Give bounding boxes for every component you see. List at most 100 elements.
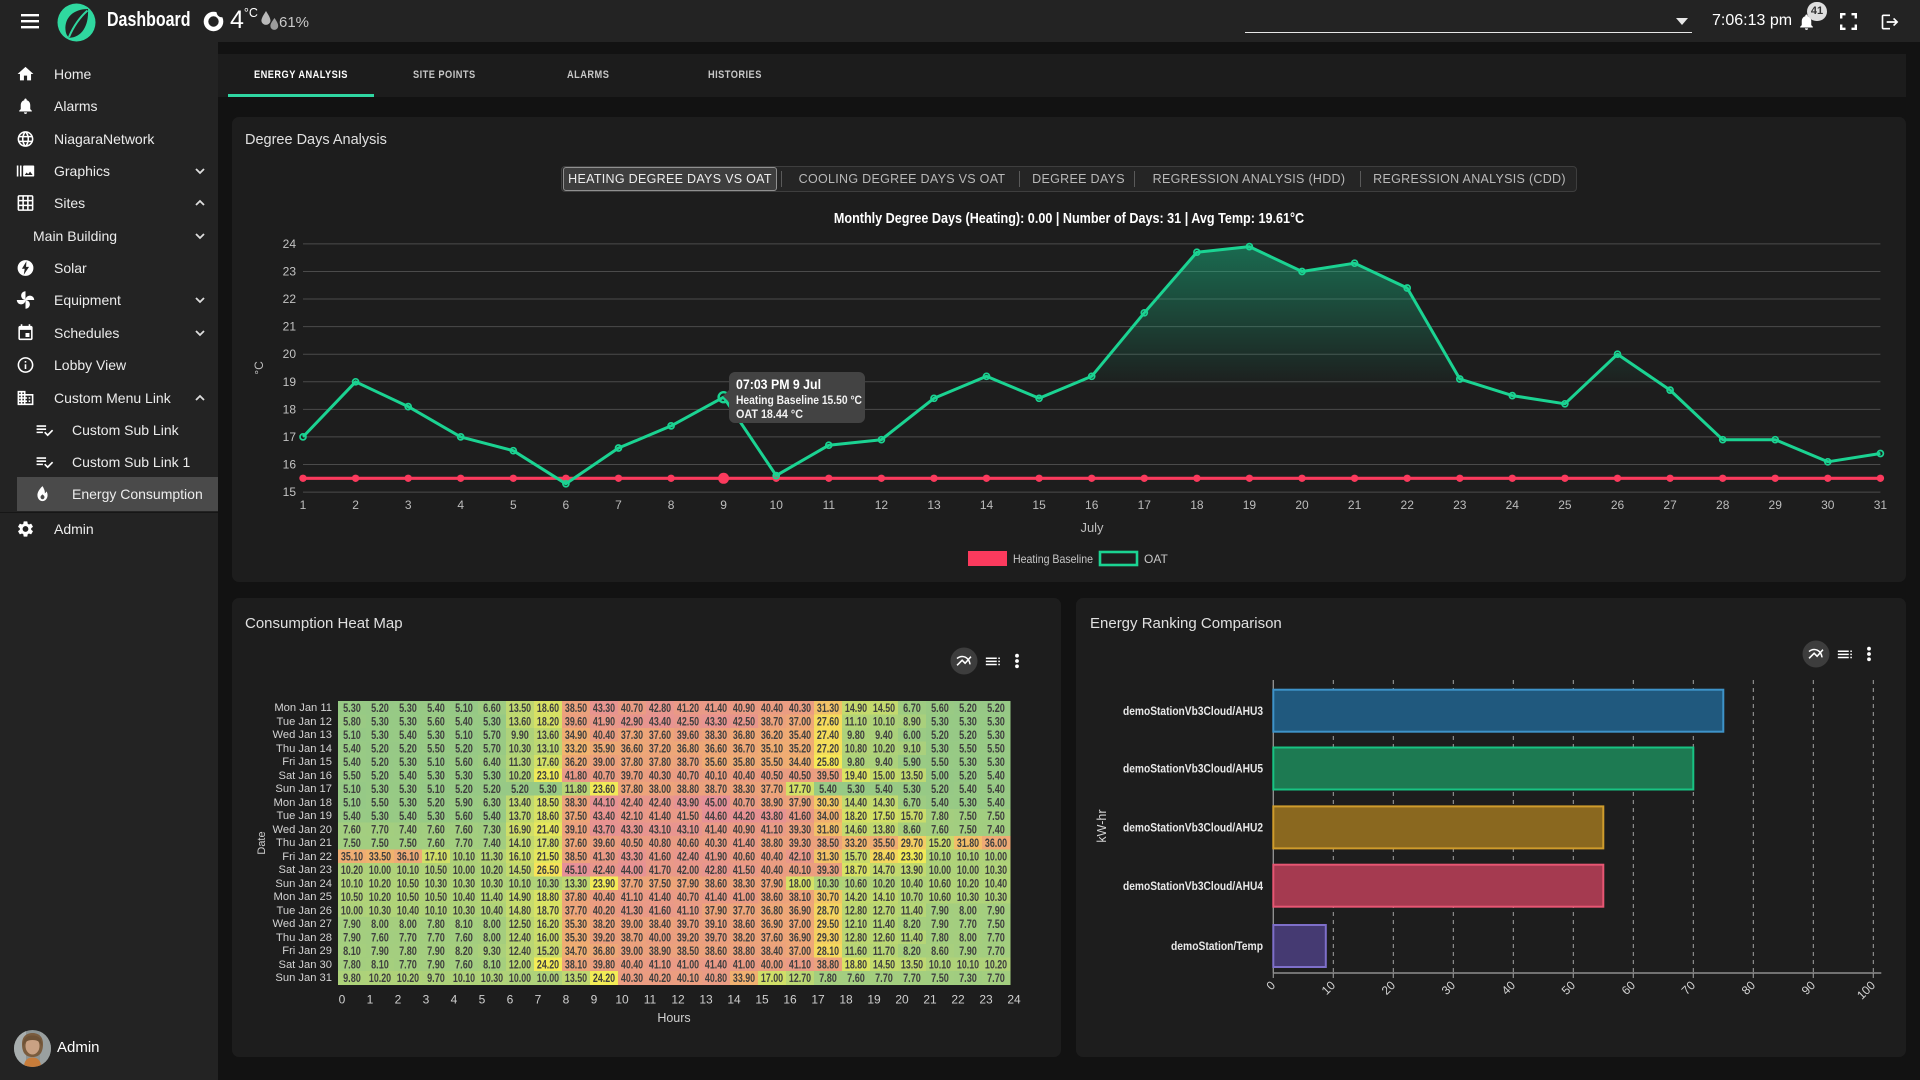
- svg-text:12.40: 12.40: [509, 944, 531, 958]
- svg-text:10.10: 10.10: [453, 971, 475, 985]
- svg-text:13.50: 13.50: [565, 971, 587, 985]
- svg-text:5.30: 5.30: [483, 768, 501, 782]
- svg-text:Sat Jan 16: Sat Jan 16: [279, 770, 333, 782]
- svg-text:11.60: 11.60: [845, 944, 867, 958]
- svg-text:42.80: 42.80: [705, 863, 727, 877]
- svg-text:Mon Jan 25: Mon Jan 25: [274, 891, 332, 903]
- svg-text:14: 14: [980, 498, 994, 512]
- svg-text:40.40: 40.40: [761, 701, 783, 715]
- svg-text:36.20: 36.20: [761, 728, 783, 742]
- svg-text:OAT 18.44 °C: OAT 18.44 °C: [736, 409, 803, 421]
- svg-text:15: 15: [283, 485, 297, 499]
- svg-text:4: 4: [457, 498, 464, 512]
- svg-text:10.20: 10.20: [873, 876, 895, 890]
- svg-text:40.40: 40.40: [593, 890, 615, 904]
- svg-text:Sun Jan 17: Sun Jan 17: [275, 783, 332, 795]
- svg-text:38.60: 38.60: [761, 890, 783, 904]
- svg-text:43.40: 43.40: [593, 809, 615, 823]
- svg-text:5.40: 5.40: [399, 809, 417, 823]
- svg-text:35.90: 35.90: [593, 741, 615, 755]
- svg-text:42.40: 42.40: [593, 863, 615, 877]
- svg-text:8.20: 8.20: [903, 917, 921, 931]
- svg-text:13.60: 13.60: [537, 728, 559, 742]
- svg-text:38.50: 38.50: [565, 701, 587, 715]
- svg-text:10.00: 10.00: [957, 863, 979, 877]
- svg-text:5.20: 5.20: [987, 701, 1005, 715]
- svg-text:10.00: 10.00: [537, 971, 559, 985]
- svg-text:39.30: 39.30: [817, 863, 839, 877]
- svg-text:40.70: 40.70: [593, 768, 615, 782]
- svg-text:10.10: 10.10: [929, 957, 951, 971]
- svg-text:Fri Jan 29: Fri Jan 29: [282, 945, 332, 957]
- svg-text:37.50: 37.50: [565, 809, 587, 823]
- svg-text:15.20: 15.20: [537, 944, 559, 958]
- svg-text:12.60: 12.60: [873, 930, 895, 944]
- svg-text:44.60: 44.60: [705, 809, 727, 823]
- svg-text:19.40: 19.40: [845, 768, 867, 782]
- svg-text:7.90: 7.90: [931, 903, 949, 917]
- svg-text:38.80: 38.80: [761, 836, 783, 850]
- svg-text:18.60: 18.60: [537, 701, 559, 715]
- svg-text:10.10: 10.10: [341, 876, 363, 890]
- svg-text:7.50: 7.50: [931, 971, 949, 985]
- svg-text:11: 11: [644, 993, 657, 1007]
- svg-text:10.30: 10.30: [985, 890, 1007, 904]
- svg-text:90: 90: [1799, 978, 1819, 998]
- svg-text:9.70: 9.70: [427, 971, 445, 985]
- svg-text:43.30: 43.30: [593, 701, 615, 715]
- svg-text:38.30: 38.30: [733, 782, 755, 796]
- svg-text:38.30: 38.30: [733, 876, 755, 890]
- svg-text:10.10: 10.10: [957, 849, 979, 863]
- svg-text:13: 13: [927, 498, 941, 512]
- svg-text:34.00: 34.00: [817, 809, 839, 823]
- svg-text:Mon Jan 11: Mon Jan 11: [274, 702, 332, 714]
- svg-text:37.70: 37.70: [733, 903, 755, 917]
- svg-text:34.40: 34.40: [789, 755, 811, 769]
- svg-text:13.50: 13.50: [901, 957, 923, 971]
- svg-text:36.60: 36.60: [621, 741, 643, 755]
- svg-text:5.30: 5.30: [371, 782, 389, 796]
- svg-text:22: 22: [951, 993, 965, 1007]
- svg-text:16.20: 16.20: [537, 917, 559, 931]
- svg-text:30.70: 30.70: [817, 890, 839, 904]
- svg-text:12.40: 12.40: [509, 930, 531, 944]
- svg-text:10.10: 10.10: [453, 849, 475, 863]
- svg-text:43.40: 43.40: [649, 715, 671, 729]
- svg-text:21: 21: [283, 320, 297, 334]
- svg-text:13.80: 13.80: [873, 822, 895, 836]
- svg-text:25: 25: [1558, 498, 1572, 512]
- svg-text:41.00: 41.00: [677, 957, 699, 971]
- svg-text:5.70: 5.70: [483, 728, 501, 742]
- svg-text:12: 12: [671, 993, 685, 1007]
- svg-text:30: 30: [1439, 978, 1459, 998]
- svg-text:38.80: 38.80: [733, 944, 755, 958]
- svg-text:42.10: 42.10: [621, 809, 643, 823]
- svg-text:7.30: 7.30: [483, 822, 501, 836]
- svg-text:42.90: 42.90: [621, 715, 643, 729]
- svg-text:5.30: 5.30: [903, 782, 921, 796]
- svg-text:5.40: 5.40: [959, 782, 977, 796]
- svg-text:Wed Jan 27: Wed Jan 27: [273, 918, 333, 930]
- svg-text:10.00: 10.00: [341, 903, 363, 917]
- svg-text:31.80: 31.80: [957, 836, 979, 850]
- svg-text:5.20: 5.20: [483, 782, 501, 796]
- svg-text:15.20: 15.20: [929, 836, 951, 850]
- svg-text:36.60: 36.60: [705, 741, 727, 755]
- svg-text:9.30: 9.30: [483, 944, 501, 958]
- svg-text:5.40: 5.40: [987, 795, 1005, 809]
- svg-text:17.80: 17.80: [537, 836, 559, 850]
- svg-text:13.50: 13.50: [901, 768, 923, 782]
- svg-text:35.50: 35.50: [761, 755, 783, 769]
- svg-text:28.70: 28.70: [817, 903, 839, 917]
- svg-text:1: 1: [367, 993, 374, 1007]
- svg-text:8.00: 8.00: [483, 917, 501, 931]
- svg-text:10.30: 10.30: [537, 876, 559, 890]
- svg-text:5.50: 5.50: [371, 795, 389, 809]
- svg-text:13.70: 13.70: [509, 809, 531, 823]
- svg-text:35.60: 35.60: [705, 755, 727, 769]
- svg-text:10.30: 10.30: [509, 741, 531, 755]
- svg-text:40.40: 40.40: [621, 957, 643, 971]
- svg-text:38.00: 38.00: [649, 782, 671, 796]
- svg-text:12.70: 12.70: [789, 971, 811, 985]
- svg-text:40.30: 40.30: [705, 836, 727, 850]
